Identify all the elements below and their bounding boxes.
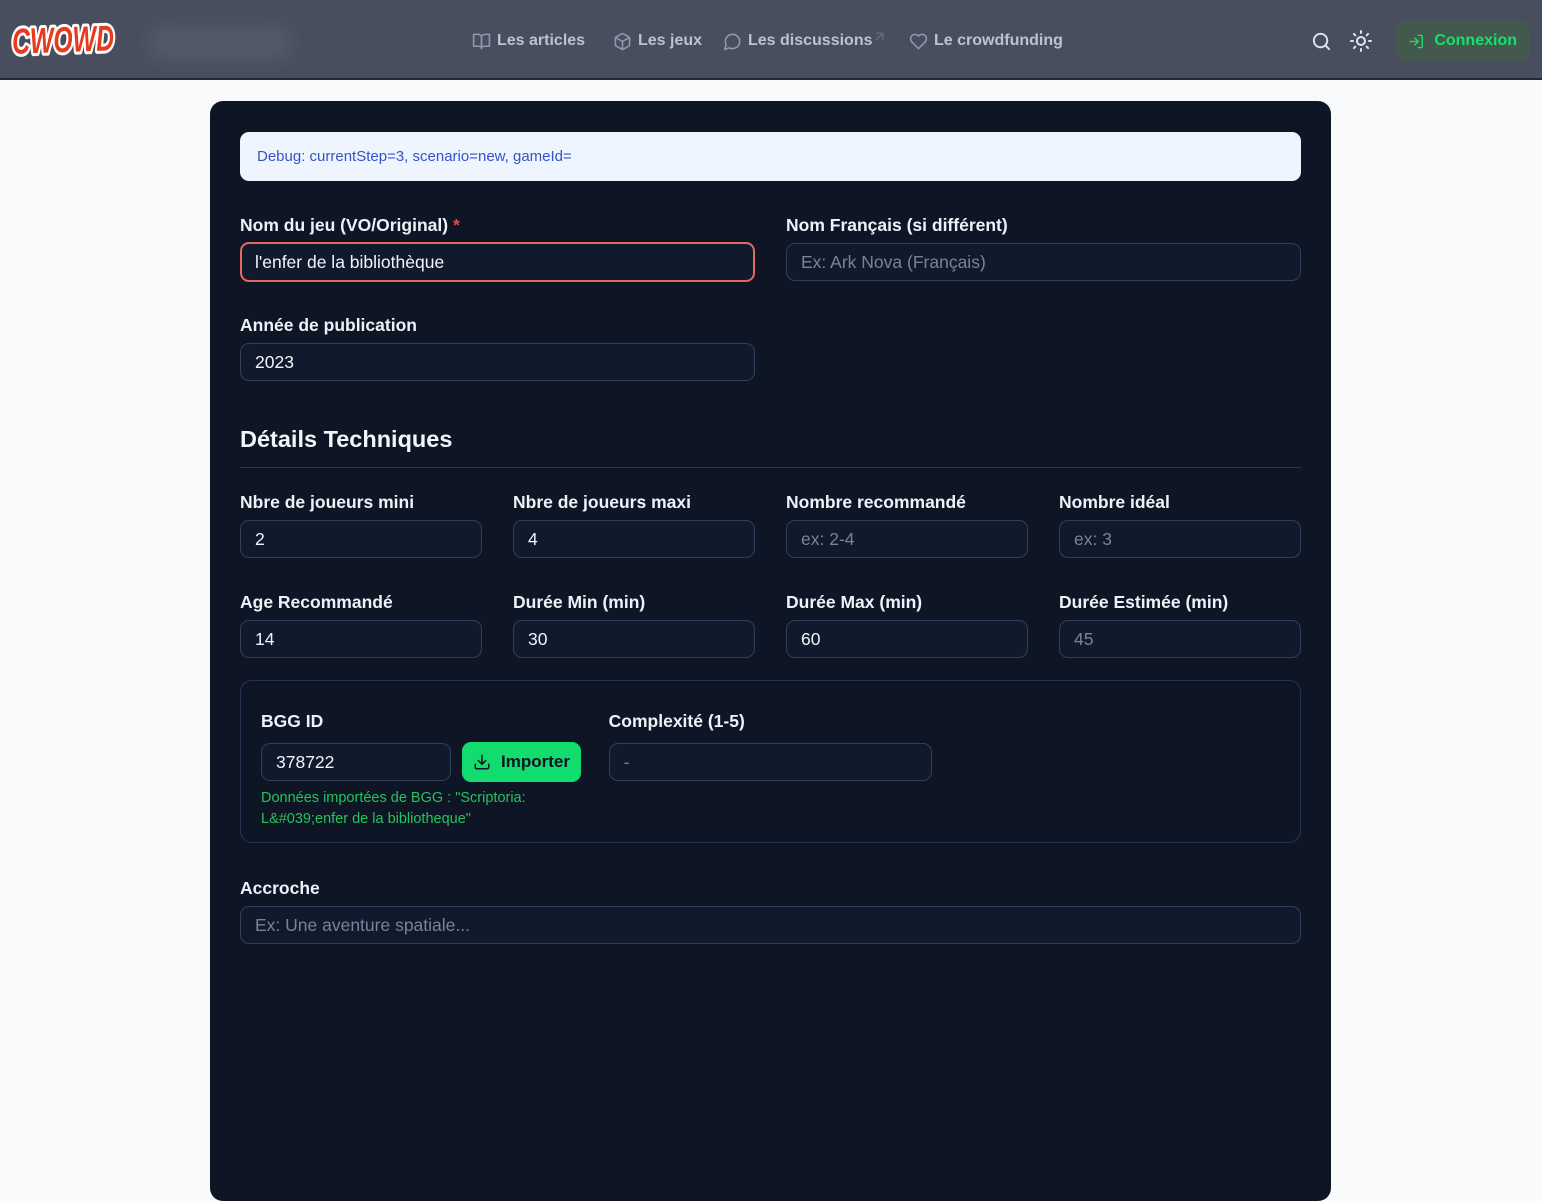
svg-text:CWOWD: CWOWD xyxy=(11,17,114,62)
